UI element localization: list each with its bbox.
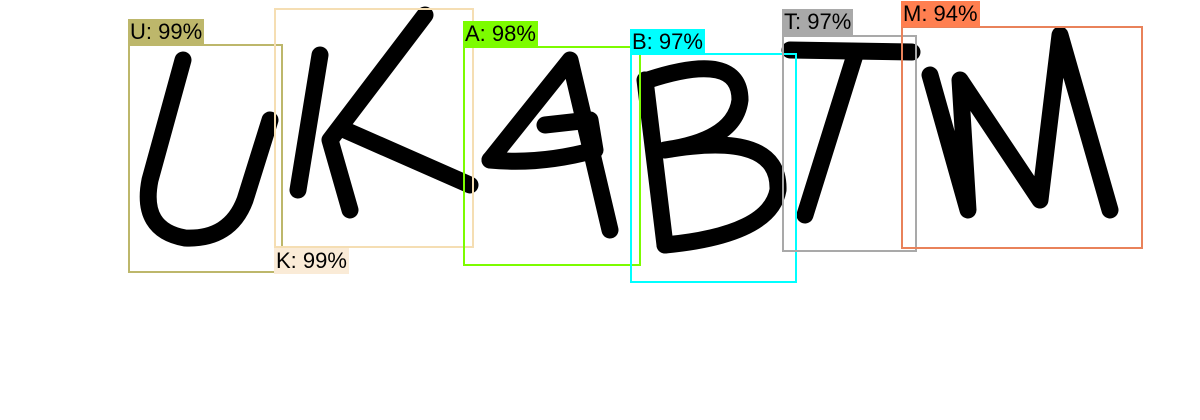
bounding-box [274, 8, 474, 248]
detection-label: K: 99% [274, 248, 349, 274]
bounding-box [128, 44, 283, 273]
detection-label: T: 97% [782, 9, 854, 35]
detection-label: A: 98% [463, 21, 538, 47]
detection-label: B: 97% [630, 29, 705, 55]
bounding-box [463, 46, 641, 266]
bounding-box [901, 26, 1143, 249]
detection-canvas: U: 99% K: 99% A: 98% B: 97% T: 97% M: 94… [0, 0, 1200, 420]
detection-label: U: 99% [128, 19, 205, 45]
bounding-box [782, 35, 917, 252]
bounding-box [630, 53, 797, 283]
detection-label: M: 94% [901, 1, 980, 27]
